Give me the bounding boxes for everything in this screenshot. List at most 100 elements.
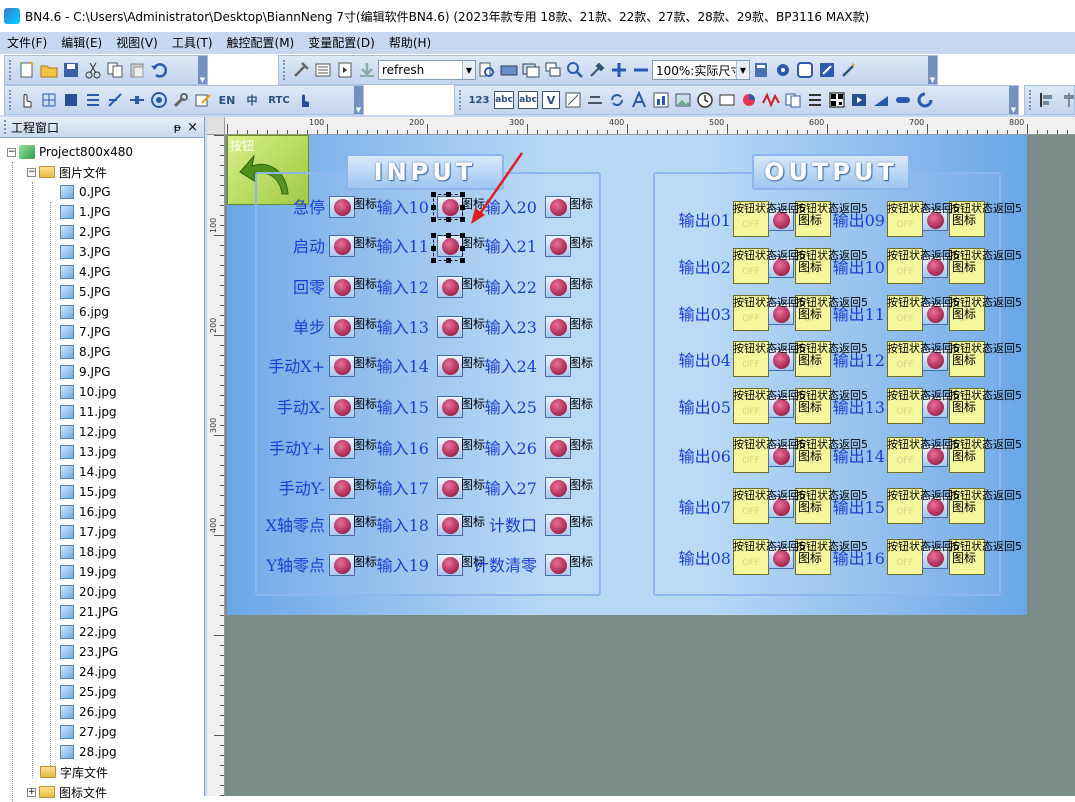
tree-file-item[interactable]: 22.jpg: [0, 622, 204, 642]
settings-icon[interactable]: [774, 61, 792, 79]
qr-code-icon[interactable]: [828, 91, 846, 109]
meter-icon[interactable]: [586, 91, 604, 109]
input-indicator[interactable]: [545, 235, 571, 257]
new-file-icon[interactable]: [18, 61, 36, 79]
resize-handle[interactable]: [431, 217, 436, 222]
tree-file-item[interactable]: 15.jpg: [0, 482, 204, 502]
resize-handle[interactable]: [431, 192, 436, 197]
tree-folder-fonts[interactable]: 字库文件: [0, 762, 204, 782]
image-icon[interactable]: [564, 91, 582, 109]
toolbar-overflow[interactable]: ▼: [928, 56, 937, 84]
resize-handle[interactable]: [446, 192, 451, 197]
input-indicator[interactable]: [437, 355, 463, 377]
counter-icon[interactable]: [718, 91, 736, 109]
input-indicator[interactable]: [437, 437, 463, 459]
keyboard-icon[interactable]: [500, 61, 518, 79]
tree-folder-images[interactable]: − 图片文件: [0, 162, 204, 182]
tree-file-item[interactable]: 8.JPG: [0, 342, 204, 362]
tree-file-item[interactable]: 28.jpg: [0, 742, 204, 762]
en-text-icon[interactable]: EN: [216, 91, 238, 109]
toolbar-grip[interactable]: [1029, 90, 1032, 110]
paste-icon[interactable]: [128, 61, 146, 79]
variable-icon[interactable]: V: [542, 91, 560, 109]
tree-file-item[interactable]: 14.jpg: [0, 462, 204, 482]
input-indicator[interactable]: [437, 477, 463, 499]
tree-root[interactable]: − Project800x480: [0, 142, 204, 162]
input-indicator[interactable]: [545, 477, 571, 499]
copy-page-icon[interactable]: [784, 91, 802, 109]
menu-help[interactable]: 帮助(H): [382, 32, 438, 54]
chevron-down-icon[interactable]: ▼: [462, 61, 475, 79]
tree-file-item[interactable]: 19.jpg: [0, 562, 204, 582]
resize-handle[interactable]: [446, 258, 451, 263]
font-icon[interactable]: [630, 91, 648, 109]
magic-wand-icon[interactable]: [840, 61, 858, 79]
chevron-down-icon[interactable]: ▼: [736, 61, 749, 79]
text-display-icon[interactable]: abc: [494, 91, 514, 109]
grid-icon[interactable]: [40, 91, 58, 109]
resize-handle[interactable]: [446, 217, 451, 222]
picture-icon[interactable]: [674, 91, 692, 109]
toolbar-grip[interactable]: [283, 60, 286, 80]
toolbar-overflow[interactable]: ▼: [354, 86, 363, 114]
layers-icon[interactable]: [796, 61, 814, 79]
toolbar-overflow[interactable]: ▼: [1009, 86, 1018, 114]
list-view-icon[interactable]: [806, 91, 824, 109]
copy-icon[interactable]: [106, 61, 124, 79]
undo-icon[interactable]: [150, 61, 168, 79]
number-display-icon[interactable]: 123: [468, 91, 490, 109]
hand-pointer-icon[interactable]: [18, 91, 36, 109]
tree-folder-icons[interactable]: + 图标文件: [0, 782, 204, 802]
resize-handle[interactable]: [460, 258, 465, 263]
tree-file-item[interactable]: 5.JPG: [0, 282, 204, 302]
input-indicator[interactable]: [437, 554, 463, 576]
menu-variable-config[interactable]: 变量配置(D): [301, 32, 382, 54]
zoom-out-icon[interactable]: [632, 61, 650, 79]
collapse-icon[interactable]: −: [7, 147, 16, 157]
input-indicator[interactable]: [545, 276, 571, 298]
rtc-icon[interactable]: RTC: [266, 91, 292, 109]
resize-handle[interactable]: [431, 205, 436, 210]
input-indicator[interactable]: [437, 514, 463, 536]
selection-box[interactable]: [431, 192, 465, 222]
zoom-icon[interactable]: [566, 61, 584, 79]
target-icon[interactable]: [150, 91, 168, 109]
input-indicator[interactable]: [329, 276, 355, 298]
search-page-icon[interactable]: [478, 61, 496, 79]
tree-file-item[interactable]: 0.JPG: [0, 182, 204, 202]
resize-handle[interactable]: [460, 246, 465, 251]
resize-handle[interactable]: [431, 246, 436, 251]
eyedropper-icon[interactable]: [588, 61, 606, 79]
zoom-combo[interactable]: 100%:实际尺寸 ▼: [652, 60, 750, 80]
wave-icon[interactable]: [762, 91, 780, 109]
pin-icon[interactable]: ᵽ: [174, 121, 181, 134]
input-indicator[interactable]: [545, 396, 571, 418]
toggle-icon[interactable]: [894, 91, 912, 109]
toolbar-grip[interactable]: [459, 90, 462, 110]
fullscreen-icon[interactable]: [818, 61, 836, 79]
tree-file-item[interactable]: 9.JPG: [0, 362, 204, 382]
bar-graph-icon[interactable]: [652, 91, 670, 109]
tree-file-item[interactable]: 26.jpg: [0, 702, 204, 722]
input-indicator[interactable]: [329, 196, 355, 218]
tree-file-item[interactable]: 7.JPG: [0, 322, 204, 342]
tree-file-item[interactable]: 24.jpg: [0, 662, 204, 682]
tree-file-item[interactable]: 12.jpg: [0, 422, 204, 442]
zoom-in-icon[interactable]: [610, 61, 628, 79]
design-area[interactable]: 100 200 300 400 500 600 700 800 100 200 300 400 按钮…: [207, 117, 1075, 796]
calculator-icon[interactable]: [752, 61, 770, 79]
toolbar-grip[interactable]: [9, 60, 12, 80]
edit-icon[interactable]: [194, 91, 212, 109]
tree-file-item[interactable]: 11.jpg: [0, 402, 204, 422]
tree-file-item[interactable]: 3.JPG: [0, 242, 204, 262]
toolbar-overflow[interactable]: ▼: [198, 56, 207, 84]
resize-handle[interactable]: [446, 233, 451, 238]
tree-file-item[interactable]: 27.jpg: [0, 722, 204, 742]
tree-file-item[interactable]: 6.jpg: [0, 302, 204, 322]
windows-icon[interactable]: [544, 61, 562, 79]
cut-icon[interactable]: [84, 61, 102, 79]
input-indicator[interactable]: [437, 396, 463, 418]
resize-handle[interactable]: [460, 233, 465, 238]
input-indicator[interactable]: [329, 514, 355, 536]
tree-file-item[interactable]: 18.jpg: [0, 542, 204, 562]
